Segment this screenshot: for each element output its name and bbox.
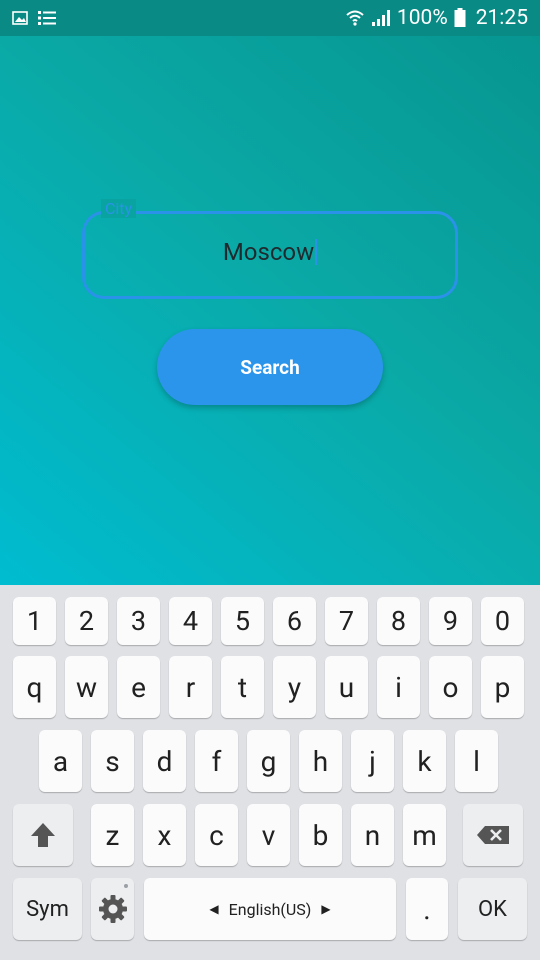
gear-icon [98, 895, 127, 923]
key-e[interactable]: e [117, 656, 160, 718]
key-a[interactable]: a [39, 730, 82, 792]
key-0[interactable]: 0 [481, 597, 524, 645]
sym-key[interactable]: Sym [13, 878, 82, 940]
battery-icon [454, 8, 466, 27]
backspace-icon [477, 826, 509, 844]
wifi-icon [346, 10, 364, 26]
settings-indicator-dot [124, 884, 128, 888]
left-arrow-icon: ◀ [209, 902, 219, 916]
key-t[interactable]: t [221, 656, 264, 718]
key-y[interactable]: y [273, 656, 316, 718]
city-input[interactable]: Moscow [85, 238, 455, 266]
status-bar: 100% 21:25 [0, 0, 540, 36]
search-button[interactable]: Search [157, 329, 383, 405]
key-z[interactable]: z [91, 804, 134, 866]
battery-percent: 100% [396, 6, 448, 30]
key-o[interactable]: o [429, 656, 472, 718]
key-l[interactable]: l [455, 730, 498, 792]
key-u[interactable]: u [325, 656, 368, 718]
right-arrow-icon: ▶ [321, 902, 331, 916]
city-input-value: Moscow [222, 238, 315, 266]
key-8[interactable]: 8 [377, 597, 420, 645]
key-6[interactable]: 6 [273, 597, 316, 645]
key-s[interactable]: s [91, 730, 134, 792]
list-icon [38, 11, 56, 25]
signal-icon [371, 10, 390, 26]
key-i[interactable]: i [377, 656, 420, 718]
key-r[interactable]: r [169, 656, 212, 718]
key-p[interactable]: p [481, 656, 524, 718]
city-field[interactable]: City Moscow [82, 199, 458, 299]
key-j[interactable]: j [351, 730, 394, 792]
backspace-key[interactable] [463, 804, 523, 866]
shift-key[interactable] [13, 804, 73, 866]
key-7[interactable]: 7 [325, 597, 368, 645]
key-5[interactable]: 5 [221, 597, 264, 645]
language-label: English(US) [228, 899, 312, 919]
key-x[interactable]: x [143, 804, 186, 866]
key-d[interactable]: d [143, 730, 186, 792]
image-icon [12, 11, 28, 25]
key-4[interactable]: 4 [169, 597, 212, 645]
key-3[interactable]: 3 [117, 597, 160, 645]
spacebar[interactable]: ◀ English(US) ▶ [144, 878, 396, 940]
key-v[interactable]: v [247, 804, 290, 866]
key-h[interactable]: h [299, 730, 342, 792]
key-f[interactable]: f [195, 730, 238, 792]
key-c[interactable]: c [195, 804, 238, 866]
settings-key[interactable] [91, 878, 134, 940]
app-content: City Moscow Search [0, 36, 540, 585]
key-m[interactable]: m [403, 804, 446, 866]
key-2[interactable]: 2 [65, 597, 108, 645]
key-b[interactable]: b [299, 804, 342, 866]
key-w[interactable]: w [65, 656, 108, 718]
text-caret [315, 239, 318, 265]
key-1[interactable]: 1 [13, 597, 56, 645]
key-n[interactable]: n [351, 804, 394, 866]
key-q[interactable]: q [13, 656, 56, 718]
key-g[interactable]: g [247, 730, 290, 792]
clock: 21:25 [475, 6, 528, 30]
shift-arrow-icon [31, 823, 55, 847]
key-k[interactable]: k [403, 730, 446, 792]
key-period[interactable]: . [406, 878, 448, 940]
ok-key[interactable]: OK [458, 878, 527, 940]
city-field-label: City [101, 199, 137, 218]
soft-keyboard: 1 2 3 4 5 6 7 8 9 0 q w e r t y u i o p … [0, 585, 540, 960]
key-9[interactable]: 9 [429, 597, 472, 645]
